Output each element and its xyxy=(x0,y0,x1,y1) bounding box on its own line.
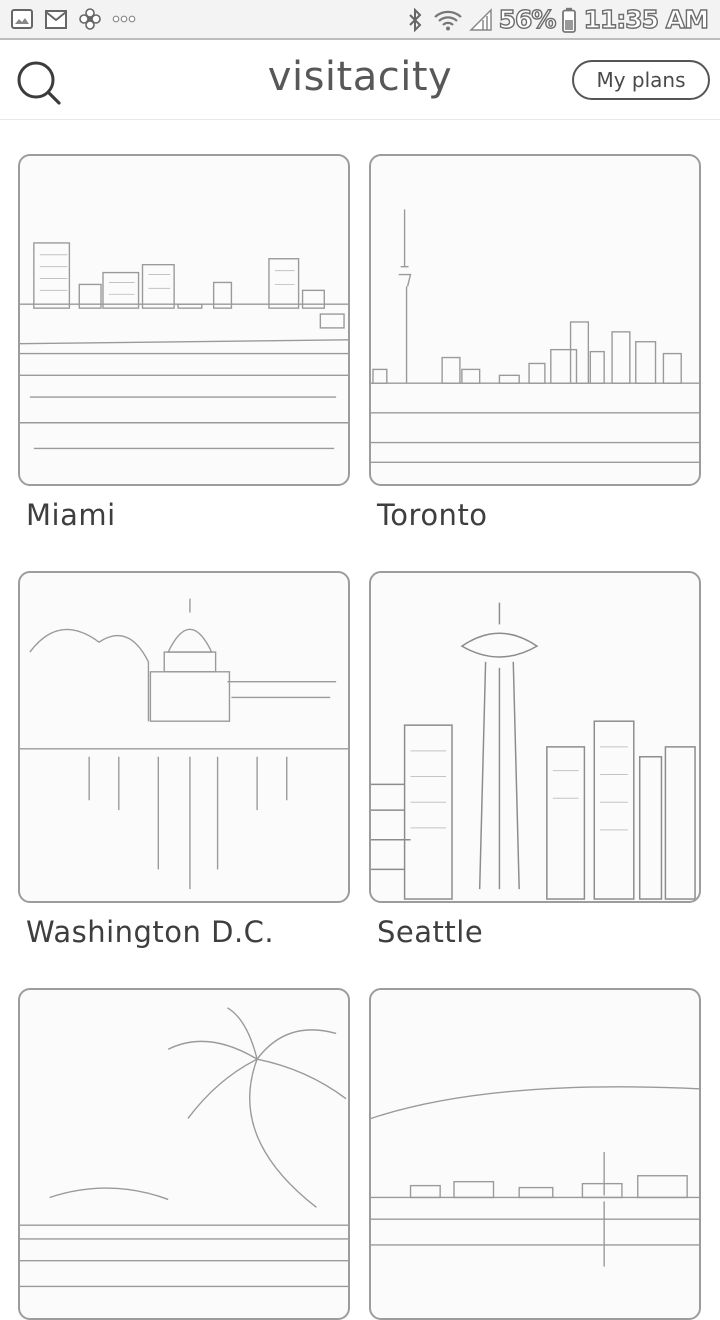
more-dots-icon xyxy=(112,7,136,31)
signal-icon xyxy=(468,7,493,32)
status-left-icons xyxy=(10,7,136,31)
city-image-waterfront xyxy=(369,988,701,1320)
city-image-toronto xyxy=(369,154,701,486)
city-image-washington-dc xyxy=(18,571,350,903)
battery-icon xyxy=(561,7,577,33)
gmail-icon xyxy=(44,7,68,31)
city-name: Seattle xyxy=(377,915,484,949)
status-bar: 56% 11:35 AM xyxy=(0,0,720,40)
city-card-seattle[interactable]: Seattle xyxy=(369,571,701,949)
city-card-washington-dc[interactable]: Washington D.C. xyxy=(18,571,350,949)
flower-icon xyxy=(78,7,102,31)
city-image-miami xyxy=(18,154,350,486)
city-image-tropical xyxy=(18,988,350,1320)
city-name: Washington D.C. xyxy=(26,915,275,949)
wifi-icon xyxy=(433,8,463,32)
city-image-seattle xyxy=(369,571,701,903)
my-plans-button[interactable]: My plans xyxy=(572,60,710,100)
city-name: Toronto xyxy=(377,498,488,532)
battery-percent: 56% xyxy=(498,4,557,34)
city-card-waterfront[interactable] xyxy=(369,988,701,1320)
image-icon xyxy=(10,7,34,31)
city-card-miami[interactable]: Miami xyxy=(18,154,350,532)
app-header: visitacity My plans xyxy=(0,42,720,120)
clock: 11:35 AM xyxy=(583,4,710,34)
city-card-toronto[interactable]: Toronto xyxy=(369,154,701,532)
city-name: Miami xyxy=(26,498,116,532)
bluetooth-icon xyxy=(403,7,427,32)
city-card-tropical[interactable] xyxy=(18,988,350,1320)
status-right: 56% 11:35 AM xyxy=(403,4,710,35)
